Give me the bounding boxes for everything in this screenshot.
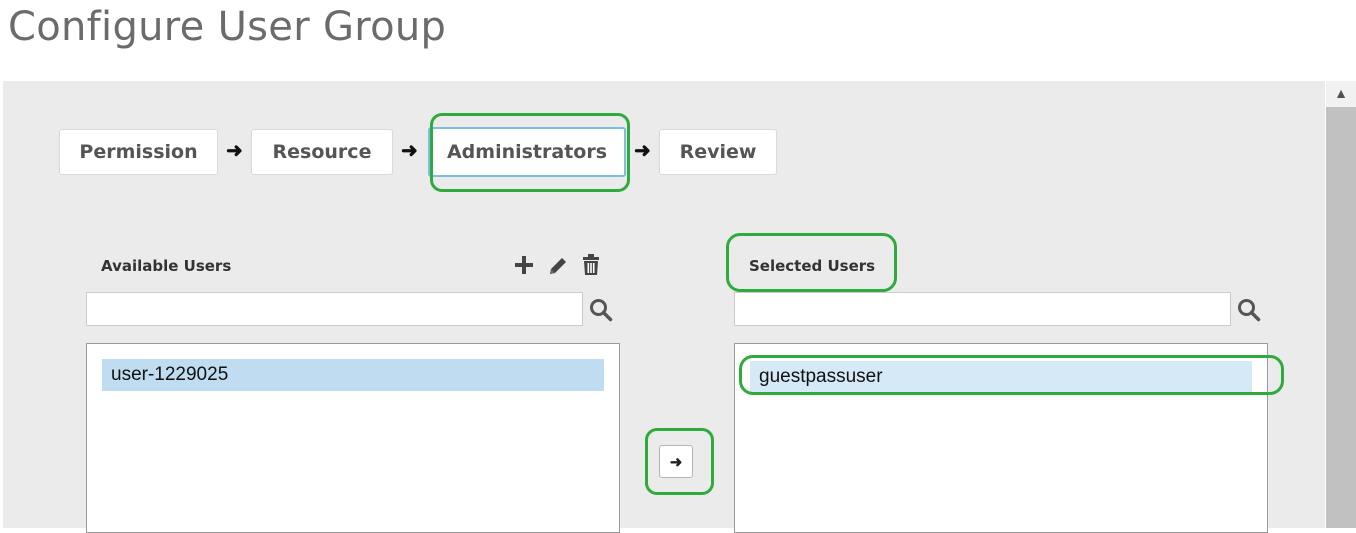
- page-title: Configure User Group: [8, 4, 447, 50]
- available-users-label: Available Users: [101, 257, 232, 275]
- selected-users-search-input[interactable]: [734, 292, 1231, 326]
- search-icon[interactable]: [1237, 298, 1261, 322]
- step-administrators[interactable]: Administrators: [428, 127, 626, 177]
- arrow-right-icon: ➜: [669, 453, 683, 471]
- list-item[interactable]: user-1229025: [102, 359, 604, 391]
- step-arrow-icon: ➜: [634, 140, 651, 162]
- step-arrow-icon: ➜: [401, 140, 418, 162]
- step-arrow-icon: ➜: [226, 140, 243, 162]
- step-permission[interactable]: Permission: [59, 129, 218, 175]
- step-resource[interactable]: Resource: [251, 129, 393, 175]
- trash-icon[interactable]: [580, 254, 602, 276]
- vertical-scrollbar[interactable]: ▲: [1326, 81, 1356, 528]
- list-item[interactable]: guestpassuser: [750, 361, 1252, 393]
- selected-users-label: Selected Users: [749, 257, 876, 275]
- available-users-list[interactable]: user-1229025: [86, 343, 620, 533]
- move-to-selected-button[interactable]: ➜: [659, 445, 693, 478]
- selected-users-list[interactable]: guestpassuser: [734, 343, 1268, 533]
- scroll-up-icon[interactable]: ▲: [1326, 81, 1356, 105]
- plus-icon[interactable]: [513, 254, 535, 276]
- pencil-icon[interactable]: [547, 255, 569, 277]
- search-icon[interactable]: [589, 298, 613, 322]
- scroll-thumb[interactable]: [1326, 107, 1356, 528]
- step-review[interactable]: Review: [659, 129, 777, 175]
- available-users-search-input[interactable]: [86, 292, 583, 326]
